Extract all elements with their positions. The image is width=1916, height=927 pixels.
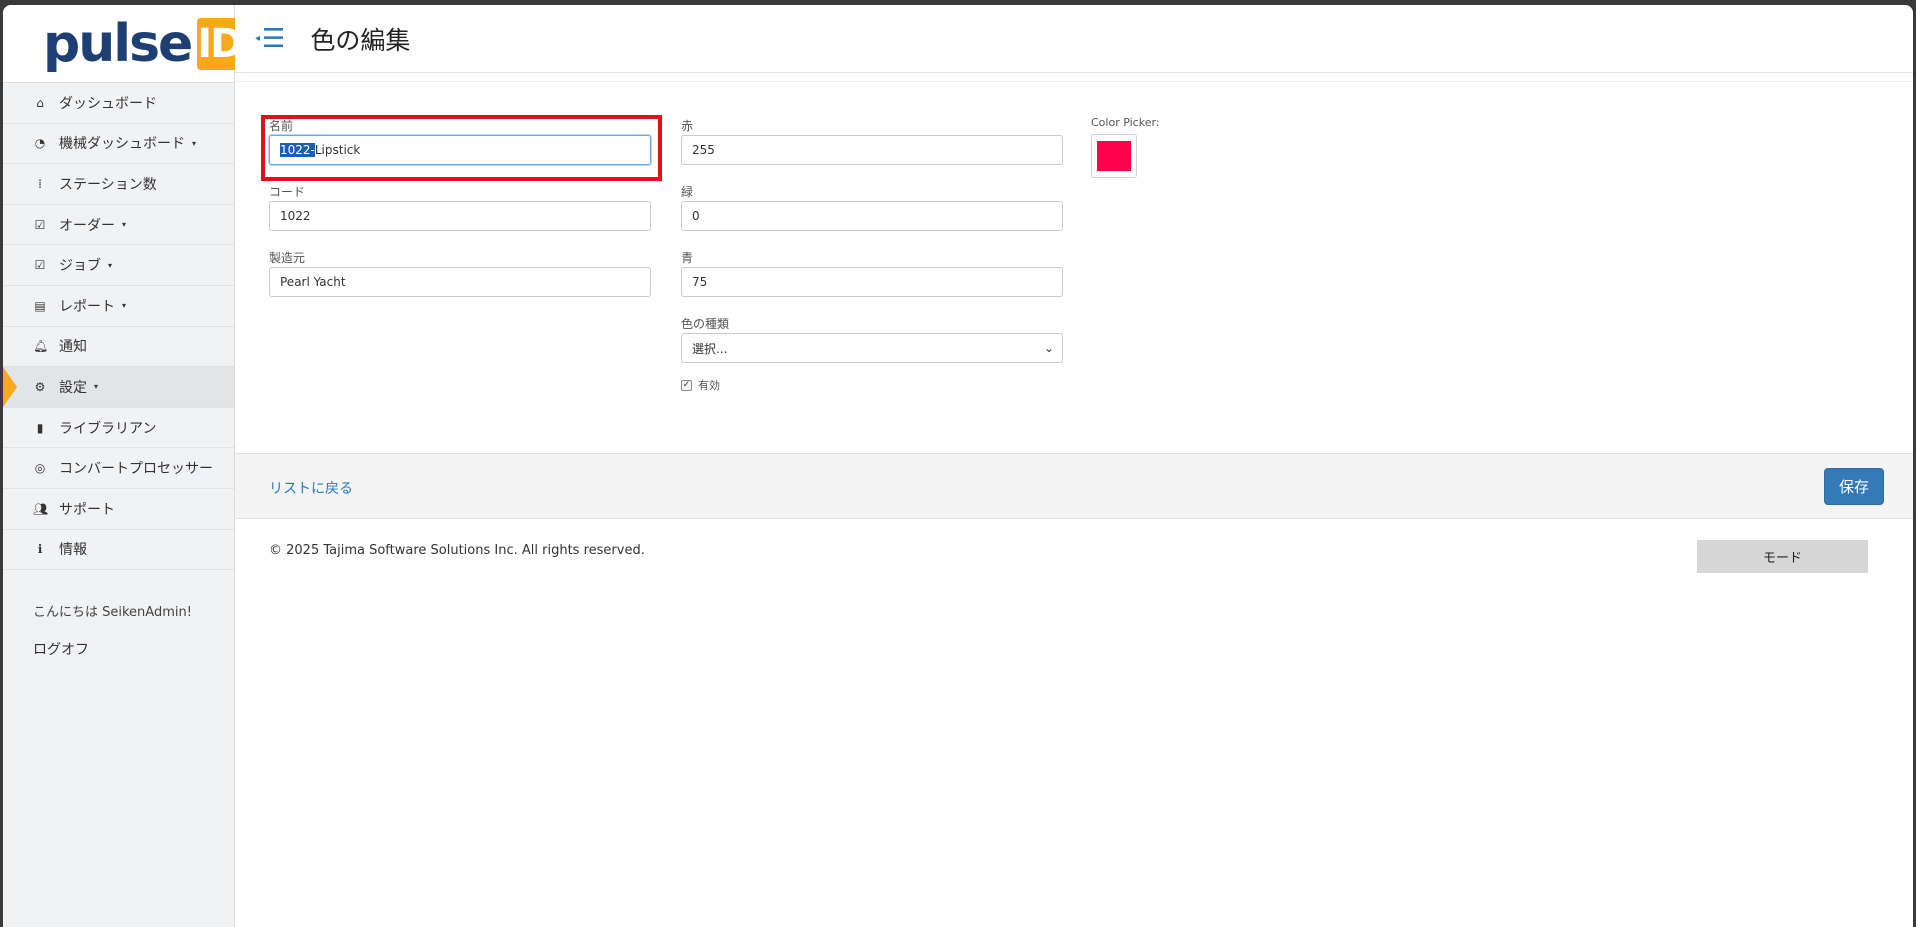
target-icon: ◎ <box>34 461 46 476</box>
checkbox-icon: ☑ <box>34 217 46 232</box>
color-swatch <box>1097 141 1131 171</box>
sidebar-item-label: サポート <box>59 501 115 518</box>
sidebar-item-label: 通知 <box>59 339 87 356</box>
back-to-list-link[interactable]: リストに戻る <box>269 478 353 498</box>
color-type-select[interactable]: 選択... ⌄ <box>681 333 1063 363</box>
color-picker-label: Color Picker: <box>1091 116 1160 129</box>
checkbox-icon: ☑ <box>34 258 46 273</box>
sidebar-item[interactable]: 🔔︎ 通知 <box>3 327 234 368</box>
sidebar-item[interactable]: ⁞ ステーション数 <box>3 164 234 205</box>
stations-icon: ⁞ <box>38 176 42 191</box>
red-label: 赤 <box>681 119 694 133</box>
copyright-text: © 2025 Tajima Software Solutions Inc. Al… <box>269 543 645 558</box>
gauge-icon: ◔ <box>34 136 46 151</box>
sidebar-item[interactable]: ☑ ジョブ ▾ <box>3 245 234 286</box>
color-picker-button[interactable] <box>1091 134 1137 178</box>
caret-down-icon: ▾ <box>122 220 127 230</box>
code-label: コード <box>269 185 306 199</box>
green-label: 緑 <box>681 185 694 199</box>
name-input-rest: Lipstick <box>314 143 361 157</box>
blue-input[interactable]: 75 <box>681 267 1063 297</box>
book-icon: ▮ <box>36 420 44 435</box>
sidebar-item-label: 機械ダッシュボード <box>59 136 185 153</box>
red-input[interactable]: 255 <box>681 135 1063 165</box>
sidebar-item-label: 設定 <box>59 379 87 396</box>
form-actions-bar: リストに戻る 保存 <box>235 453 1913 519</box>
caret-down-icon: ▾ <box>122 301 127 311</box>
color-type-value: 選択... <box>692 341 728 356</box>
info-icon: ℹ <box>37 542 43 557</box>
sidebar-item-label: ダッシュボード <box>59 95 157 112</box>
sidebar-item-label: オーダー <box>59 217 115 234</box>
sidebar-item[interactable]: ◎ コンバートプロセッサー <box>3 448 234 489</box>
app-window: pulse ID ⌂ ダッシュボード ◔ 機械ダッシュボード ▾ ⁞ ステーション数 ☑ オーダ… <box>3 5 1913 927</box>
maker-input[interactable]: Pearl Yacht <box>269 267 651 297</box>
name-label: 名前 <box>269 119 294 133</box>
sidebar-item[interactable]: ⌂ ダッシュボード <box>3 83 234 124</box>
caret-down-icon: ▾ <box>108 260 113 270</box>
sidebar-item-label: ステーション数 <box>59 176 157 193</box>
caret-down-icon: ▾ <box>94 382 99 392</box>
sidebar-item[interactable]: ◔ 機械ダッシュボード ▾ <box>3 124 234 165</box>
sidebar-item-label: ライブラリアン <box>59 420 157 437</box>
sidebar-item[interactable]: ☑ オーダー ▾ <box>3 205 234 246</box>
name-input[interactable]: 1022- Lipstick <box>269 135 651 165</box>
maker-label: 製造元 <box>269 251 306 265</box>
hamburger-icon: ☰ <box>262 23 286 54</box>
green-input[interactable]: 0 <box>681 201 1063 231</box>
logo-text: pulse <box>43 13 193 74</box>
page-header: ◂ ☰ 色の編集 <box>235 5 1913 73</box>
logoff-link[interactable]: ログオフ <box>33 639 89 659</box>
sidebar-item[interactable]: ▤ レポート ▾ <box>3 286 234 327</box>
sidebar-nav: ⌂ ダッシュボード ◔ 機械ダッシュボード ▾ ⁞ ステーション数 ☑ オーダー ▾ ☑ ジョブ ▾ ▤ レ… <box>3 83 234 571</box>
enabled-row: ✓ 有効 <box>681 377 720 393</box>
blue-label: 青 <box>681 251 694 265</box>
sidebar-item-label: 情報 <box>59 542 87 559</box>
enabled-label: 有効 <box>698 379 720 392</box>
main-content: 名前 1022- Lipstick コード 1022 製造元 Pearl Yach… <box>235 81 1913 927</box>
sidebar-item-label: ジョブ <box>59 258 101 275</box>
save-button[interactable]: 保存 <box>1824 468 1884 505</box>
home-icon: ⌂ <box>36 95 44 110</box>
name-input-selection: 1022- <box>280 143 315 157</box>
caret-left-icon: ◂ <box>255 33 261 44</box>
code-input[interactable]: 1022 <box>269 201 651 231</box>
sidebar-item-label: レポート <box>59 298 115 315</box>
sidebar-item[interactable]: ℹ 情報 <box>3 530 234 571</box>
caret-down-icon: ▾ <box>192 138 197 148</box>
user-greeting: こんにちは SeikenAdmin! <box>33 605 192 620</box>
edit-color-form: 名前 1022- Lipstick コード 1022 製造元 Pearl Yach… <box>235 81 1913 453</box>
table-icon: ▤ <box>34 298 46 313</box>
chevron-down-icon: ⌄ <box>1043 341 1054 355</box>
users-icon: 👥︎ <box>33 501 49 516</box>
sidebar-toggle-button[interactable]: ◂ ☰ <box>255 26 285 52</box>
sidebar-item-label: コンバートプロセッサー <box>59 461 213 478</box>
bell-icon: 🔔︎ <box>33 339 49 354</box>
color-type-label: 色の種類 <box>681 317 730 331</box>
sidebar-item[interactable]: ⚙ 設定 ▾ <box>3 367 234 408</box>
gear-icon: ⚙ <box>34 379 46 394</box>
mode-button[interactable]: モード <box>1697 540 1868 573</box>
sidebar-item[interactable]: ▮ ライブラリアン <box>3 408 234 449</box>
enabled-checkbox[interactable]: ✓ <box>681 379 692 391</box>
sidebar: pulse ID ⌂ ダッシュボード ◔ 機械ダッシュボード ▾ ⁞ ステーション数 ☑ オーダ… <box>3 5 243 927</box>
sidebar-item[interactable]: 👥︎ サポート <box>3 489 234 530</box>
logo[interactable]: pulse ID <box>3 5 243 83</box>
page-title: 色の編集 <box>310 25 411 55</box>
